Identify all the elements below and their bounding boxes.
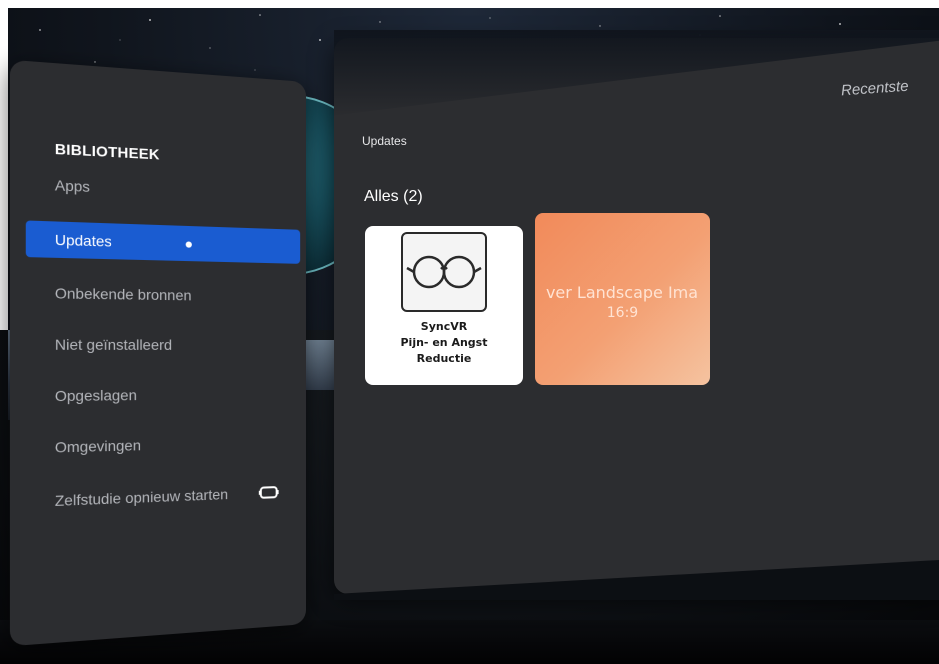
headset-icon <box>258 485 279 500</box>
sidebar-item-updates[interactable]: Updates <box>25 220 301 264</box>
sidebar-item-restart-tutorial[interactable]: Zelfstudie opnieuw starten <box>55 474 300 519</box>
pointer-cursor-dot <box>185 241 192 248</box>
library-sidebar: BIBLIOTHEEK Apps Updates Onbekende bronn… <box>9 59 306 647</box>
sidebar-item-unknown-sources[interactable]: Onbekende bronnen <box>55 275 192 313</box>
sidebar-item-label: Zelfstudie opnieuw starten <box>54 485 229 510</box>
sidebar-item-label: Niet geïnstalleerd <box>54 335 173 353</box>
app-name: SyncVR <box>420 320 468 333</box>
sidebar-item-label: Omgevingen <box>54 436 142 456</box>
placeholder-title: ver Landscape Ima <box>545 283 699 302</box>
sidebar-item-label: Apps <box>54 176 90 196</box>
sidebar-item-label: Onbekende bronnen <box>54 284 192 304</box>
sidebar-title: BIBLIOTHEEK <box>54 140 160 163</box>
sidebar-item-not-installed[interactable]: Niet geïnstalleerd <box>55 326 172 362</box>
sidebar-item-apps[interactable]: Apps <box>55 167 90 205</box>
sidebar-item-label: Updates <box>54 231 112 250</box>
app-logo <box>401 232 487 312</box>
app-subtitle-2: Reductie <box>416 352 472 365</box>
group-heading: Alles (2) <box>364 188 423 205</box>
app-subtitle: Pijn- en Angst <box>400 336 488 349</box>
glasses-icon <box>406 255 482 289</box>
sidebar-item-label: Opgeslagen <box>54 386 137 405</box>
app-tile-placeholder[interactable]: ver Landscape Ima 16:9 <box>535 213 710 385</box>
sidebar-item-saved[interactable]: Opgeslagen <box>55 377 137 414</box>
page-title: Updates <box>362 134 407 148</box>
placeholder-ratio: 16:9 <box>606 305 639 321</box>
sidebar-item-environments[interactable]: Omgevingen <box>55 427 141 465</box>
app-tile-syncvr[interactable]: SyncVR Pijn- en Angst Reductie <box>365 226 523 385</box>
